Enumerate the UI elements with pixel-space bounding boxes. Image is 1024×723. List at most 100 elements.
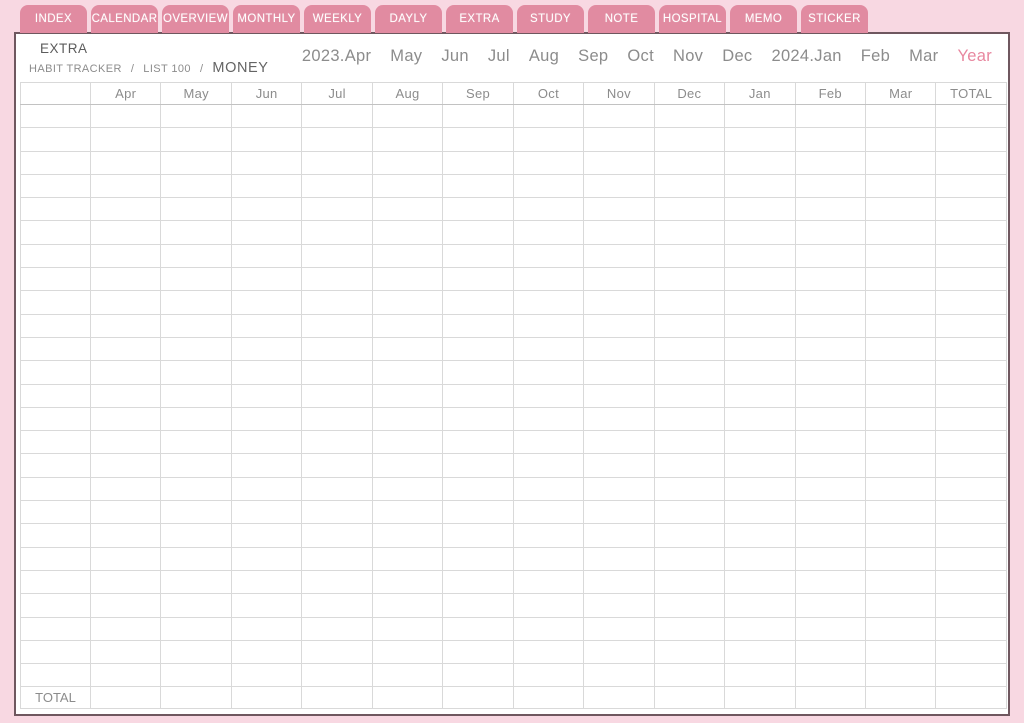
row-label-cell[interactable]	[20, 430, 91, 455]
entry-cell[interactable]	[512, 500, 585, 525]
entry-cell[interactable]	[160, 430, 232, 455]
entry-cell[interactable]	[864, 150, 937, 175]
entry-cell[interactable]	[512, 430, 585, 455]
entry-cell[interactable]	[442, 639, 514, 665]
entry-cell[interactable]	[442, 546, 514, 571]
entry-cell[interactable]	[512, 267, 585, 292]
entry-cell[interactable]	[724, 569, 796, 595]
entry-cell[interactable]	[724, 360, 796, 385]
row-label-cell[interactable]	[20, 243, 91, 269]
entry-cell[interactable]	[864, 453, 937, 478]
entry-cell[interactable]	[160, 336, 232, 362]
entry-cell[interactable]	[583, 383, 655, 408]
entry-cell[interactable]	[512, 150, 585, 175]
entry-cell[interactable]	[442, 150, 514, 175]
entry-cell[interactable]	[935, 476, 1007, 502]
entry-cell[interactable]	[442, 360, 514, 385]
entry-cell[interactable]	[653, 173, 726, 199]
entry-cell[interactable]	[230, 383, 303, 408]
entry-cell[interactable]	[583, 103, 655, 129]
month-nav-2024-jan[interactable]: 2024.Jan	[771, 47, 841, 66]
entry-cell[interactable]	[653, 103, 726, 129]
entry-cell[interactable]	[230, 663, 303, 688]
entry-cell[interactable]	[301, 243, 373, 269]
entry-cell[interactable]	[301, 103, 373, 129]
month-nav-2023-apr[interactable]: 2023.Apr	[302, 47, 371, 66]
entry-cell[interactable]	[442, 383, 514, 408]
entry-cell[interactable]	[230, 173, 303, 199]
entry-cell[interactable]	[583, 313, 655, 338]
entry-cell[interactable]	[794, 500, 866, 525]
entry-cell[interactable]	[301, 127, 373, 152]
entry-cell[interactable]	[653, 476, 726, 502]
entry-cell[interactable]	[89, 476, 162, 502]
entry-cell[interactable]	[864, 267, 937, 292]
row-label-cell[interactable]	[20, 500, 91, 525]
entry-cell[interactable]	[442, 569, 514, 595]
entry-cell[interactable]	[653, 290, 726, 315]
entry-cell[interactable]	[724, 430, 796, 455]
entry-cell[interactable]	[230, 313, 303, 338]
entry-cell[interactable]	[864, 569, 937, 595]
entry-cell[interactable]	[794, 336, 866, 362]
entry-cell[interactable]	[935, 220, 1007, 245]
entry-cell[interactable]	[301, 336, 373, 362]
row-label-cell[interactable]	[20, 336, 91, 362]
entry-cell[interactable]	[724, 243, 796, 269]
row-label-cell[interactable]	[20, 406, 91, 432]
entry-cell[interactable]	[653, 593, 726, 618]
entry-cell[interactable]	[935, 383, 1007, 408]
entry-cell[interactable]	[230, 197, 303, 222]
entry-cell[interactable]	[794, 546, 866, 571]
row-label-cell[interactable]	[20, 103, 91, 129]
entry-cell[interactable]	[583, 430, 655, 455]
entry-cell[interactable]	[371, 500, 444, 525]
entry-cell[interactable]	[301, 220, 373, 245]
subnav-list-100[interactable]: LIST 100	[143, 63, 191, 75]
entry-cell[interactable]	[653, 336, 726, 362]
entry-cell[interactable]	[724, 127, 796, 152]
entry-cell[interactable]	[935, 173, 1007, 199]
entry-cell[interactable]	[371, 453, 444, 478]
row-label-cell[interactable]	[20, 523, 91, 548]
entry-cell[interactable]	[89, 663, 162, 688]
entry-cell[interactable]	[653, 313, 726, 338]
entry-cell[interactable]	[724, 616, 796, 641]
entry-cell[interactable]	[371, 267, 444, 292]
entry-cell[interactable]	[512, 313, 585, 338]
entry-cell[interactable]	[230, 476, 303, 502]
entry-cell[interactable]	[653, 127, 726, 152]
entry-cell[interactable]	[301, 430, 373, 455]
total-value-cell[interactable]	[864, 686, 937, 710]
row-label-cell[interactable]	[20, 360, 91, 385]
entry-cell[interactable]	[653, 523, 726, 548]
entry-cell[interactable]	[724, 500, 796, 525]
entry-cell[interactable]	[230, 243, 303, 269]
entry-cell[interactable]	[160, 453, 232, 478]
entry-cell[interactable]	[724, 523, 796, 548]
entry-cell[interactable]	[371, 173, 444, 199]
entry-cell[interactable]	[442, 267, 514, 292]
entry-cell[interactable]	[512, 127, 585, 152]
month-nav-sep[interactable]: Sep	[578, 47, 608, 66]
entry-cell[interactable]	[371, 430, 444, 455]
row-label-cell[interactable]	[20, 267, 91, 292]
tab-dayly[interactable]: DAYLY	[375, 5, 442, 33]
entry-cell[interactable]	[794, 197, 866, 222]
entry-cell[interactable]	[442, 243, 514, 269]
entry-cell[interactable]	[230, 430, 303, 455]
entry-cell[interactable]	[371, 150, 444, 175]
entry-cell[interactable]	[160, 267, 232, 292]
entry-cell[interactable]	[583, 336, 655, 362]
entry-cell[interactable]	[371, 127, 444, 152]
entry-cell[interactable]	[653, 406, 726, 432]
entry-cell[interactable]	[512, 616, 585, 641]
entry-cell[interactable]	[935, 639, 1007, 665]
entry-cell[interactable]	[301, 616, 373, 641]
tab-weekly[interactable]: WEEKLY	[304, 5, 371, 33]
entry-cell[interactable]	[230, 267, 303, 292]
entry-cell[interactable]	[935, 430, 1007, 455]
entry-cell[interactable]	[512, 663, 585, 688]
entry-cell[interactable]	[724, 406, 796, 432]
row-label-cell[interactable]	[20, 639, 91, 665]
